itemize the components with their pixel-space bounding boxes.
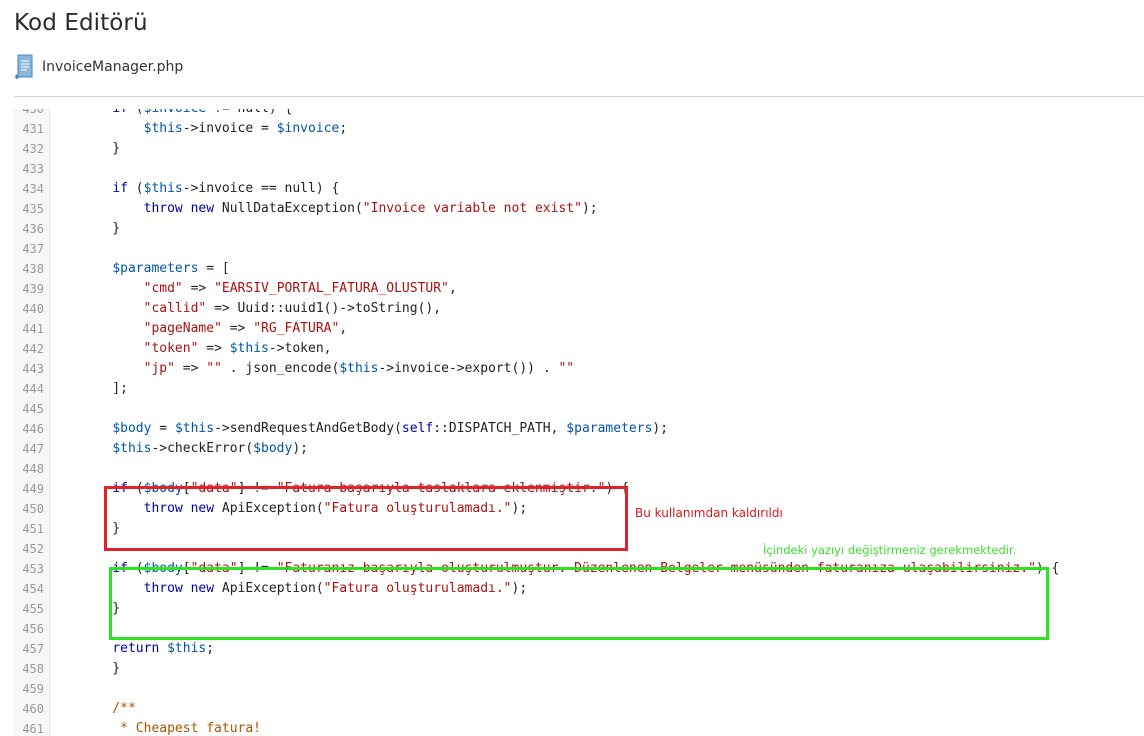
line-number: 461 — [22, 722, 44, 736]
code-text[interactable]: if ($this->invoice == null) { — [81, 179, 339, 199]
code-line[interactable]: 446 $body = $this->sendRequestAndGetBody… — [14, 419, 1144, 439]
line-number: 460 — [22, 702, 44, 716]
line-number: 434 — [22, 182, 44, 196]
line-number: 439 — [22, 282, 44, 296]
code-line[interactable]: 457 return $this; — [14, 639, 1144, 659]
line-number: 449 — [22, 482, 44, 496]
code-text[interactable]: "token" => $this->token, — [81, 339, 332, 359]
deprecated-block-highlight — [104, 486, 628, 551]
line-number: 452 — [22, 542, 44, 556]
page-title: Kod Editörü — [14, 10, 148, 36]
code-text[interactable]: "pageName" => "RG_FATURA", — [81, 319, 348, 339]
required-change-note: İçindeki yazıyı değiştirmeniz gerekmekte… — [763, 543, 1017, 557]
code-text[interactable]: "cmd" => "EARSIV_PORTAL_FATURA_OLUSTUR", — [81, 279, 457, 299]
file-name: InvoiceManager.php — [42, 59, 184, 75]
code-text[interactable]: $this->checkError($body); — [81, 439, 308, 459]
code-line[interactable]: 437 — [14, 239, 1144, 259]
code-line[interactable]: 432 } — [14, 139, 1144, 159]
line-number: 447 — [22, 442, 44, 456]
line-number: 443 — [22, 362, 44, 376]
code-line[interactable]: 438 $parameters = [ — [14, 259, 1144, 279]
code-text[interactable]: /** — [81, 699, 136, 719]
code-text[interactable]: $this->invoice = $invoice; — [81, 119, 348, 139]
line-number: 431 — [22, 122, 44, 136]
required-change-highlight — [109, 567, 1049, 640]
code-text[interactable]: if ($invoice != null) { — [81, 109, 292, 119]
code-line[interactable]: 461 * Cheapest fatura! — [14, 719, 1144, 736]
header-divider — [14, 96, 1144, 97]
code-line[interactable]: 460 /** — [14, 699, 1144, 719]
code-text[interactable]: throw new NullDataException("Invoice var… — [81, 199, 598, 219]
code-line[interactable]: 444 ]; — [14, 379, 1144, 399]
code-line[interactable]: 458 } — [14, 659, 1144, 679]
code-text[interactable]: $body = $this->sendRequestAndGetBody(sel… — [81, 419, 668, 439]
file-tab[interactable]: InvoiceManager.php — [14, 53, 183, 81]
line-number: 458 — [22, 662, 44, 676]
code-line[interactable]: 430 if ($invoice != null) { — [14, 109, 1144, 119]
line-number: 440 — [22, 302, 44, 316]
line-number: 445 — [22, 402, 44, 416]
code-line[interactable]: 447 $this->checkError($body); — [14, 439, 1144, 459]
code-line[interactable]: 433 — [14, 159, 1144, 179]
code-text[interactable]: } — [81, 219, 120, 239]
line-number: 446 — [22, 422, 44, 436]
code-editor[interactable]: 430 if ($invoice != null) {431 $this->in… — [14, 109, 1144, 736]
code-text[interactable]: "callid" => Uuid::uuid1()->toString(), — [81, 299, 441, 319]
code-line[interactable]: 445 — [14, 399, 1144, 419]
line-number: 456 — [22, 622, 44, 636]
line-number: 435 — [22, 202, 44, 216]
line-number: 442 — [22, 342, 44, 356]
code-text[interactable]: $parameters = [ — [81, 259, 229, 279]
code-line[interactable]: 435 throw new NullDataException("Invoice… — [14, 199, 1144, 219]
code-line[interactable]: 439 "cmd" => "EARSIV_PORTAL_FATURA_OLUST… — [14, 279, 1144, 299]
line-number: 457 — [22, 642, 44, 656]
code-text[interactable]: * Cheapest fatura! — [81, 719, 261, 736]
code-text[interactable]: return $this; — [81, 639, 214, 659]
line-number: 455 — [22, 602, 44, 616]
code-text[interactable]: ]; — [81, 379, 128, 399]
code-line[interactable]: 442 "token" => $this->token, — [14, 339, 1144, 359]
line-number: 453 — [22, 562, 44, 576]
line-number: 450 — [22, 502, 44, 516]
line-number: 448 — [22, 462, 44, 476]
line-number: 451 — [22, 522, 44, 536]
line-number: 437 — [22, 242, 44, 256]
line-number: 441 — [22, 322, 44, 336]
code-text[interactable]: "jp" => "" . json_encode($this->invoice-… — [81, 359, 575, 379]
code-line[interactable]: 436 } — [14, 219, 1144, 239]
code-line[interactable]: 431 $this->invoice = $invoice; — [14, 119, 1144, 139]
code-line[interactable]: 448 — [14, 459, 1144, 479]
line-number: 438 — [22, 262, 44, 276]
line-number: 430 — [22, 109, 44, 116]
code-line[interactable]: 440 "callid" => Uuid::uuid1()->toString(… — [14, 299, 1144, 319]
line-number: 436 — [22, 222, 44, 236]
line-number: 444 — [22, 382, 44, 396]
code-line[interactable]: 441 "pageName" => "RG_FATURA", — [14, 319, 1144, 339]
line-number: 433 — [22, 162, 44, 176]
code-line[interactable]: 459 — [14, 679, 1144, 699]
code-lines[interactable]: 430 if ($invoice != null) {431 $this->in… — [14, 109, 1144, 736]
line-number: 432 — [22, 142, 44, 156]
document-icon — [15, 54, 33, 79]
code-text[interactable]: } — [81, 139, 120, 159]
code-line[interactable]: 434 if ($this->invoice == null) { — [14, 179, 1144, 199]
line-number: 459 — [22, 682, 44, 696]
line-number: 454 — [22, 582, 44, 596]
deprecated-note: Bu kullanımdan kaldırıldı — [635, 506, 783, 520]
code-line[interactable]: 443 "jp" => "" . json_encode($this->invo… — [14, 359, 1144, 379]
code-text[interactable]: } — [81, 659, 120, 679]
